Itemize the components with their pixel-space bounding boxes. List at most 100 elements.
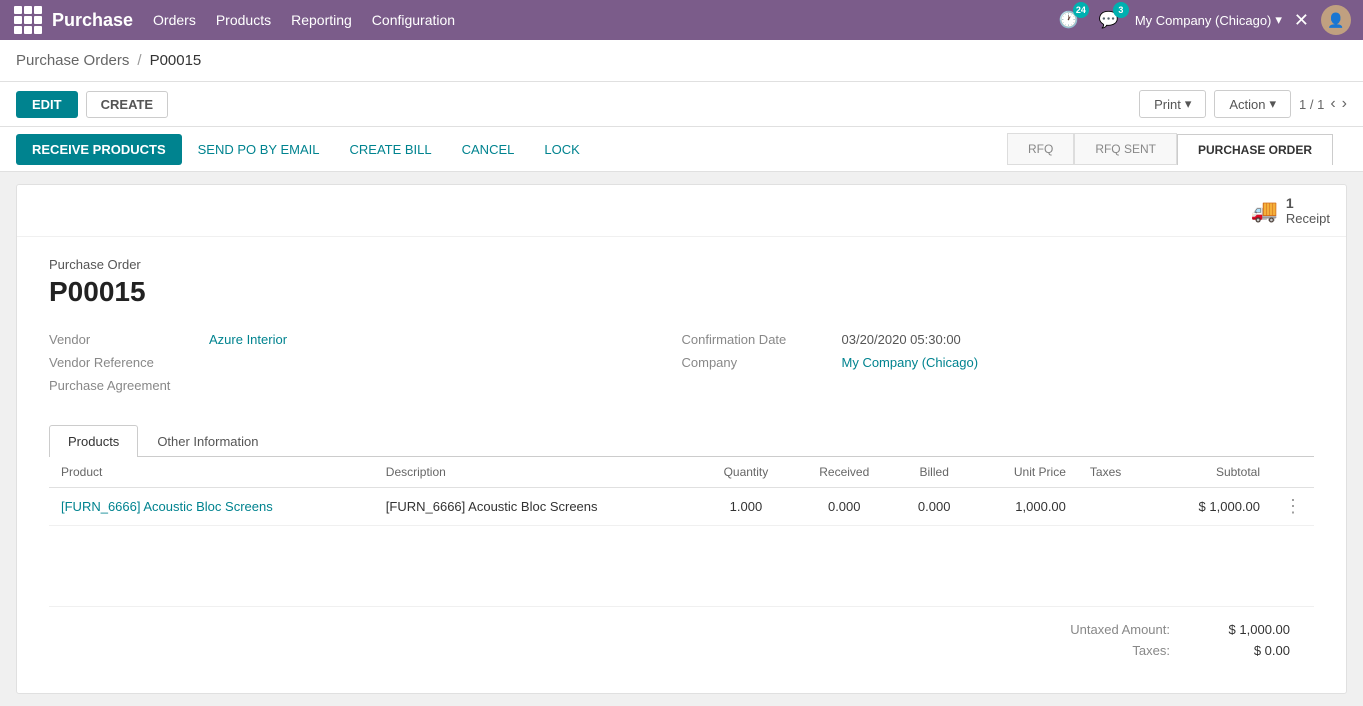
totals-section: Untaxed Amount: $ 1,000.00 Taxes: $ 0.00	[49, 606, 1314, 673]
col-received: Received	[793, 457, 895, 488]
po-card: 🚚 1 Receipt Purchase Order P00015 Vendor…	[16, 184, 1347, 694]
col-quantity: Quantity	[699, 457, 794, 488]
vendor-ref-label: Vendor Reference	[49, 355, 209, 370]
navbar: Purchase Orders Products Reporting Confi…	[0, 0, 1363, 40]
untaxed-total-row: Untaxed Amount: $ 1,000.00	[1030, 619, 1290, 640]
nav-reporting[interactable]: Reporting	[291, 8, 352, 32]
row-quantity: 1.000	[699, 488, 794, 526]
page-info: 1 / 1	[1299, 97, 1324, 112]
app-name: Purchase	[52, 10, 133, 31]
breadcrumb-parent[interactable]: Purchase Orders	[16, 52, 129, 69]
breadcrumb: Purchase Orders / P00015	[0, 40, 1363, 82]
row-received: 0.000	[793, 488, 895, 526]
tabs: Products Other Information	[49, 425, 1314, 457]
company-field-row: Company My Company (Chicago)	[682, 355, 1315, 370]
notification-badge: 24	[1073, 2, 1089, 18]
po-body: Purchase Order P00015 Vendor Azure Inter…	[17, 237, 1346, 693]
purchase-agreement-field-row: Purchase Agreement	[49, 378, 682, 393]
row-billed: 0.000	[895, 488, 973, 526]
untaxed-value: $ 1,000.00	[1210, 622, 1290, 637]
grid-dots	[14, 6, 42, 34]
vendor-label: Vendor	[49, 332, 209, 347]
company-selector[interactable]: My Company (Chicago) ▾	[1135, 12, 1282, 28]
po-card-header: 🚚 1 Receipt	[17, 185, 1346, 237]
po-number: P00015	[49, 276, 1314, 308]
tab-products[interactable]: Products	[49, 425, 138, 457]
send-po-button[interactable]: SEND PO BY EMAIL	[184, 134, 334, 165]
lock-button[interactable]: LOCK	[530, 134, 593, 165]
receipt-count: 1	[1286, 195, 1330, 211]
row-description: [FURN_6666] Acoustic Bloc Screens	[374, 488, 699, 526]
po-label: Purchase Order	[49, 257, 1314, 272]
confirmation-date-label: Confirmation Date	[682, 332, 842, 347]
row-taxes	[1078, 488, 1154, 526]
po-fields-left: Vendor Azure Interior Vendor Reference P…	[49, 332, 682, 401]
print-button[interactable]: Print ▾	[1139, 90, 1206, 118]
close-button[interactable]: ✕	[1294, 10, 1309, 31]
message-badge: 3	[1113, 2, 1129, 18]
company-name: My Company (Chicago)	[1135, 13, 1272, 28]
col-description: Description	[374, 457, 699, 488]
taxes-total-row: Taxes: $ 0.00	[1030, 640, 1290, 661]
untaxed-label: Untaxed Amount:	[1030, 622, 1170, 637]
col-actions	[1272, 457, 1314, 488]
confirmation-date-value: 03/20/2020 05:30:00	[842, 332, 961, 347]
table-row: [FURN_6666] Acoustic Bloc Screens [FURN_…	[49, 488, 1314, 526]
row-subtotal: $ 1,000.00	[1154, 488, 1272, 526]
receive-products-button[interactable]: RECEIVE PRODUCTS	[16, 134, 182, 165]
col-subtotal: Subtotal	[1154, 457, 1272, 488]
truck-icon: 🚚	[1251, 198, 1278, 224]
confirmation-date-field-row: Confirmation Date 03/20/2020 05:30:00	[682, 332, 1315, 347]
step-rfq[interactable]: RFQ	[1007, 133, 1074, 165]
prev-page-button[interactable]: ‹	[1330, 95, 1335, 113]
create-button[interactable]: CREATE	[86, 91, 168, 118]
col-billed: Billed	[895, 457, 973, 488]
receipt-label: Receipt	[1286, 211, 1330, 226]
step-rfq-sent[interactable]: RFQ SENT	[1074, 133, 1177, 165]
page-navigation: 1 / 1 ‹ ›	[1299, 95, 1347, 113]
po-fields-right: Confirmation Date 03/20/2020 05:30:00 Co…	[682, 332, 1315, 401]
navbar-menu: Orders Products Reporting Configuration	[153, 8, 1055, 32]
avatar[interactable]: 👤	[1321, 5, 1351, 35]
row-product: [FURN_6666] Acoustic Bloc Screens	[49, 488, 374, 526]
breadcrumb-separator: /	[137, 52, 141, 69]
vendor-value[interactable]: Azure Interior	[209, 332, 287, 347]
po-fields: Vendor Azure Interior Vendor Reference P…	[49, 332, 1314, 401]
print-dropdown-icon: ▾	[1185, 96, 1192, 112]
products-table: Product Description Quantity Received Bi…	[49, 457, 1314, 526]
app-grid-icon[interactable]	[12, 4, 44, 36]
action-button[interactable]: Action ▾	[1214, 90, 1291, 118]
receipt-badge[interactable]: 🚚 1 Receipt	[1251, 195, 1330, 226]
col-product: Product	[49, 457, 374, 488]
step-purchase-order[interactable]: PURCHASE ORDER	[1177, 134, 1333, 165]
taxes-label: Taxes:	[1030, 643, 1170, 658]
cancel-button[interactable]: CANCEL	[448, 134, 529, 165]
vendor-field-row: Vendor Azure Interior	[49, 332, 682, 347]
col-taxes: Taxes	[1078, 457, 1154, 488]
nav-orders[interactable]: Orders	[153, 8, 196, 32]
col-unit-price: Unit Price	[973, 457, 1078, 488]
company-label: Company	[682, 355, 842, 370]
edit-button[interactable]: EDIT	[16, 91, 78, 118]
action-label: Action	[1229, 97, 1265, 112]
messages-icon-wrap[interactable]: 💬 3	[1095, 6, 1123, 34]
row-unit-price: 1,000.00	[973, 488, 1078, 526]
nav-products[interactable]: Products	[216, 8, 271, 32]
company-value[interactable]: My Company (Chicago)	[842, 355, 979, 370]
tab-other-information[interactable]: Other Information	[138, 425, 277, 457]
company-dropdown-icon: ▾	[1275, 12, 1282, 28]
product-link[interactable]: [FURN_6666] Acoustic Bloc Screens	[61, 499, 273, 514]
next-page-button[interactable]: ›	[1342, 95, 1347, 113]
notifications-icon-wrap[interactable]: 🕐 24	[1055, 6, 1083, 34]
taxes-value: $ 0.00	[1210, 643, 1290, 658]
create-bill-button[interactable]: CREATE BILL	[336, 134, 446, 165]
totals-table: Untaxed Amount: $ 1,000.00 Taxes: $ 0.00	[1030, 619, 1290, 661]
row-actions[interactable]: ⋮	[1272, 488, 1314, 526]
nav-configuration[interactable]: Configuration	[372, 8, 455, 32]
print-label: Print	[1154, 97, 1181, 112]
breadcrumb-current: P00015	[150, 52, 202, 69]
action-bar: EDIT CREATE Print ▾ Action ▾ 1 / 1 ‹ ›	[0, 82, 1363, 127]
main-content: 🚚 1 Receipt Purchase Order P00015 Vendor…	[0, 172, 1363, 706]
purchase-agreement-label: Purchase Agreement	[49, 378, 209, 393]
row-kebab-icon[interactable]: ⋮	[1284, 496, 1302, 516]
